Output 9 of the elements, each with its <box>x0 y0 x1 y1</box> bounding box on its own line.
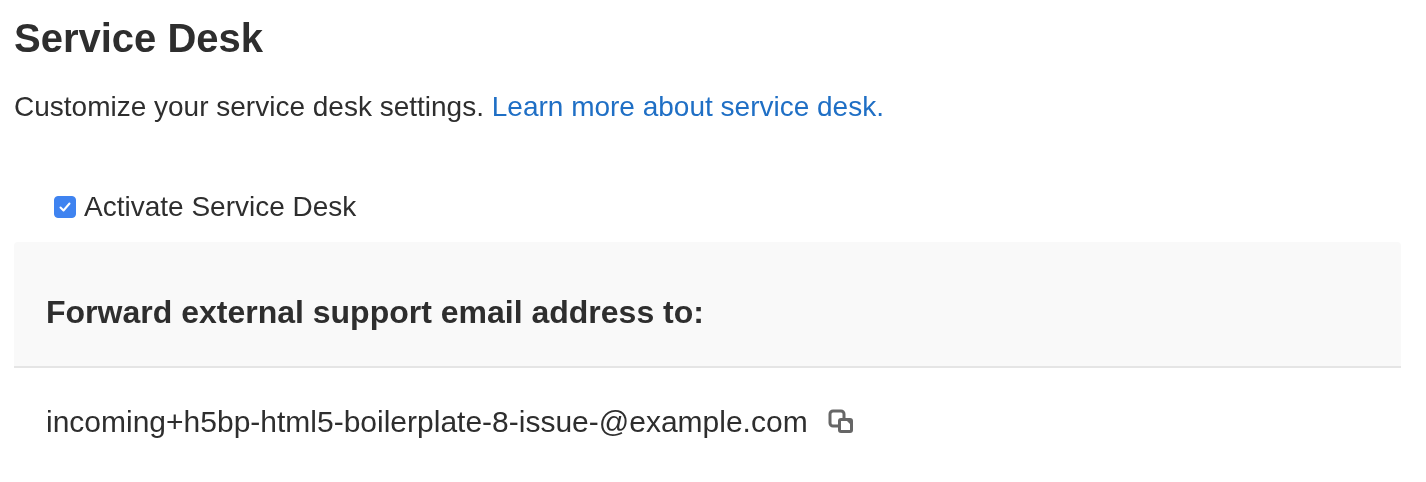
checkmark-icon <box>58 200 72 214</box>
learn-more-link[interactable]: Learn more about service desk. <box>491 91 884 122</box>
email-address: incoming+h5bp-html5-boilerplate-8-issue-@example.com <box>46 406 808 438</box>
panel-heading: Forward external support email address to: <box>46 294 705 330</box>
checkbox-label: Activate Service Desk <box>84 192 357 222</box>
activate-checkbox[interactable] <box>54 196 76 218</box>
description-text: Customize your service desk settings. Learn more about service desk. <box>14 92 885 122</box>
page-title: Service Desk <box>14 15 265 60</box>
copy-icon[interactable] <box>827 409 856 435</box>
